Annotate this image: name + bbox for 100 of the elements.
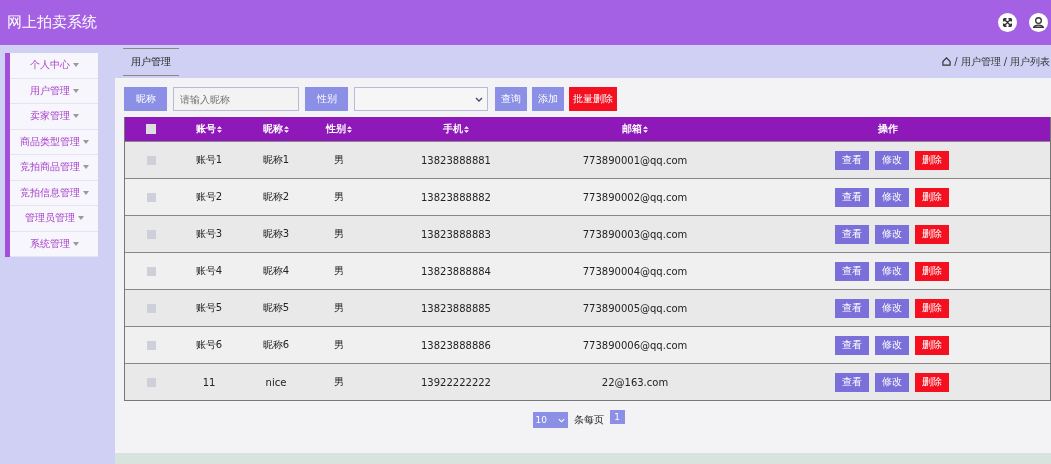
table-cell-text: 昵称3 xyxy=(261,227,291,241)
table-cell-text: 昵称2 xyxy=(261,190,291,204)
fullscreen-icon[interactable] xyxy=(998,13,1017,32)
row-action-button[interactable]: 修改 xyxy=(874,372,909,392)
column-header: 账号 xyxy=(177,122,241,136)
table-cell-text: 男 xyxy=(333,190,345,204)
sidebar-item[interactable]: 个人中心 xyxy=(10,53,98,79)
page-size-select[interactable]: 10 xyxy=(532,412,568,428)
breadcrumb-separator: / xyxy=(1003,56,1007,67)
row-action-button[interactable]: 查看 xyxy=(834,372,869,392)
page-button[interactable]: 1 xyxy=(609,410,625,424)
row-checkbox[interactable] xyxy=(146,340,156,350)
row-checkbox[interactable] xyxy=(146,155,156,165)
table-cell-text: 账号4 xyxy=(194,264,224,278)
nickname-field[interactable]: 请输入昵称 xyxy=(173,87,299,111)
row-action-button[interactable]: 删除 xyxy=(914,372,949,392)
row-checkbox[interactable] xyxy=(146,303,156,313)
row-checkbox[interactable] xyxy=(146,377,156,387)
table-cell-text: 773890003@qq.com xyxy=(581,228,689,240)
gender-label: 性别 xyxy=(305,87,348,111)
table-cell-text: 账号2 xyxy=(194,190,224,204)
caret-icon xyxy=(82,165,89,170)
column-header: 手机 xyxy=(367,122,545,136)
user-icon[interactable] xyxy=(1029,13,1048,32)
row-action-button[interactable]: 删除 xyxy=(914,187,949,207)
row-action-button[interactable]: 查看 xyxy=(834,187,869,207)
breadcrumb-item[interactable]: 用户管理 xyxy=(960,54,1001,69)
caret-icon xyxy=(72,88,79,93)
row-action-button[interactable]: 查看 xyxy=(834,335,869,355)
app-title: 网上拍卖系统 xyxy=(7,13,97,32)
row-checkbox[interactable] xyxy=(146,192,156,202)
row-action-button[interactable]: 修改 xyxy=(874,298,909,318)
table-cell-text: 账号5 xyxy=(194,301,224,315)
gender-select[interactable] xyxy=(354,87,488,111)
row-checkbox[interactable] xyxy=(146,229,156,239)
row-action-button[interactable]: 修改 xyxy=(874,150,909,170)
toolbar-button[interactable]: 批量删除 xyxy=(569,87,617,111)
row-action-button[interactable]: 删除 xyxy=(914,335,949,355)
caret-icon xyxy=(82,190,89,195)
table-cell-text: 账号3 xyxy=(194,227,224,241)
sort-icon[interactable] xyxy=(464,125,469,133)
table-cell-text: 昵称1 xyxy=(261,153,291,167)
caret-icon xyxy=(72,241,79,246)
row-action-button[interactable]: 查看 xyxy=(834,224,869,244)
row-action-button[interactable]: 删除 xyxy=(914,224,949,244)
sidebar-item[interactable]: 竞拍信息管理 xyxy=(10,180,98,206)
column-header: 昵称 xyxy=(241,122,311,136)
sidebar-item[interactable]: 管理员管理 xyxy=(10,206,98,232)
sidebar-item[interactable]: 竞拍商品管理 xyxy=(10,155,98,181)
table-cell-text: 13823888886 xyxy=(420,339,492,351)
row-action-button[interactable]: 查看 xyxy=(834,261,869,281)
table-cell-text: 773890006@qq.com xyxy=(581,339,689,351)
table-cell-text: 13823888881 xyxy=(420,154,492,166)
table-cell-text: 773890001@qq.com xyxy=(581,154,689,166)
table-cell-text: 男 xyxy=(333,338,345,352)
toolbar-button[interactable]: 查询 xyxy=(495,87,527,111)
table-cell-text: 13922222222 xyxy=(420,376,492,388)
table-cell-text: 22@163.com xyxy=(600,376,670,388)
row-action-button[interactable]: 修改 xyxy=(874,224,909,244)
row-action-button[interactable]: 删除 xyxy=(914,298,949,318)
sort-icon[interactable] xyxy=(217,125,222,133)
home-icon[interactable] xyxy=(942,57,952,66)
table-cell-text: 773890005@qq.com xyxy=(581,302,689,314)
sort-icon[interactable] xyxy=(284,125,289,133)
table-cell-text: 男 xyxy=(333,227,345,241)
breadcrumb-item[interactable]: 用户列表 xyxy=(1010,54,1050,69)
sidebar-item[interactable]: 系统管理 xyxy=(10,231,98,257)
row-action-button[interactable]: 修改 xyxy=(874,187,909,207)
row-checkbox[interactable] xyxy=(146,266,156,276)
table-cell-text: 账号6 xyxy=(194,338,224,352)
table-cell-text: 账号1 xyxy=(194,153,224,167)
table-cell-text: 男 xyxy=(333,264,345,278)
table-cell-text: 男 xyxy=(333,301,345,315)
chevron-down-icon xyxy=(475,96,483,102)
page-size-label: 条每页 xyxy=(573,413,604,427)
table-cell-text: nice xyxy=(264,376,288,388)
table-cell-text: 11 xyxy=(201,376,217,388)
row-action-button[interactable]: 查看 xyxy=(834,150,869,170)
toolbar-button[interactable]: 添加 xyxy=(532,87,564,111)
nickname-label: 昵称 xyxy=(124,87,167,111)
tab[interactable]: 用户管理 xyxy=(123,47,179,76)
select-all-checkbox[interactable] xyxy=(146,124,156,134)
sidebar-item[interactable]: 用户管理 xyxy=(10,78,98,104)
row-action-button[interactable]: 修改 xyxy=(874,335,909,355)
table-cell-text: 昵称4 xyxy=(261,264,291,278)
row-action-button[interactable]: 删除 xyxy=(914,150,949,170)
table-cell-text: 昵称5 xyxy=(261,301,291,315)
table-cell-text: 男 xyxy=(333,375,345,389)
table-cell-text: 男 xyxy=(333,153,345,167)
caret-icon xyxy=(72,63,79,68)
row-action-button[interactable]: 删除 xyxy=(914,261,949,281)
table-cell-text: 昵称6 xyxy=(261,338,291,352)
sort-icon[interactable] xyxy=(347,125,352,133)
sidebar-item[interactable]: 卖家管理 xyxy=(10,104,98,130)
row-action-button[interactable]: 修改 xyxy=(874,261,909,281)
row-action-button[interactable]: 查看 xyxy=(834,298,869,318)
sort-icon[interactable] xyxy=(643,125,648,133)
breadcrumb-separator: / xyxy=(954,56,958,67)
table-cell-text: 13823888883 xyxy=(420,228,492,240)
sidebar-item[interactable]: 商品类型管理 xyxy=(10,129,98,155)
